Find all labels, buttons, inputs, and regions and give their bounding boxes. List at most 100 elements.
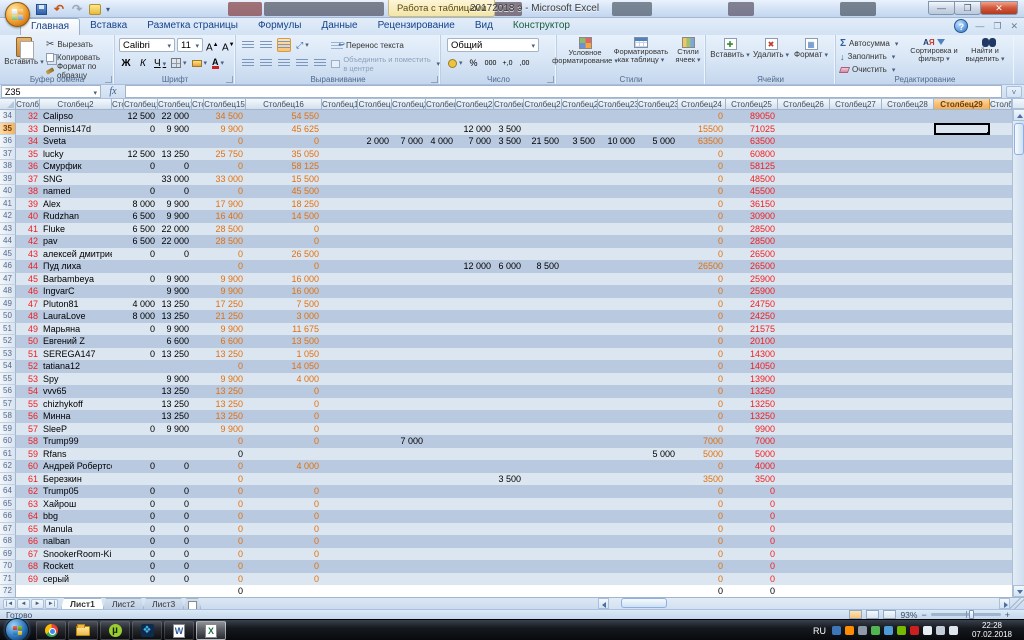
cell-r34-c6[interactable] <box>192 110 204 123</box>
cell-r37-c23[interactable] <box>882 147 934 160</box>
cell-r36-c14[interactable]: 3 500 <box>494 135 524 148</box>
cell-r72-c18[interactable] <box>638 585 678 598</box>
cell-r61-c18[interactable]: 5 000 <box>638 447 678 460</box>
align-bottom-button[interactable] <box>277 38 291 52</box>
cell-r71-c23[interactable] <box>882 572 934 585</box>
cell-r34-c25[interactable] <box>990 110 1012 123</box>
cell-r63-c4[interactable] <box>124 472 158 485</box>
cell-r43-c8[interactable]: 0 <box>246 222 322 235</box>
cell-r49-c6[interactable] <box>192 297 204 310</box>
cell-r54-c5[interactable] <box>158 360 192 373</box>
cell-r44-c16[interactable] <box>562 235 598 248</box>
cell-r70-c17[interactable] <box>598 560 638 573</box>
cell-r50-c7[interactable]: 21 250 <box>204 310 246 323</box>
cell-r47-c6[interactable] <box>192 272 204 285</box>
cell-r69-c2[interactable]: SnookerRoom-Kirill <box>40 547 112 560</box>
cell-r49-c24[interactable] <box>934 297 990 310</box>
formula-input[interactable] <box>125 85 1002 98</box>
cell-r43-c22[interactable] <box>830 222 882 235</box>
cell-r50-c25[interactable] <box>990 310 1012 323</box>
cell-r64-c13[interactable] <box>456 485 494 498</box>
find-select-button[interactable]: Найти и выделить <box>962 38 1008 64</box>
cell-r49-c16[interactable] <box>562 297 598 310</box>
cell-r57-c6[interactable] <box>192 397 204 410</box>
cell-r64-c25[interactable] <box>990 485 1012 498</box>
cell-r51-c3[interactable] <box>112 322 124 335</box>
cell-r35-c7[interactable]: 9 900 <box>204 122 246 135</box>
tab-Главная[interactable]: Главная <box>20 18 81 35</box>
cell-r41-c18[interactable] <box>638 197 678 210</box>
cell-r41-c4[interactable]: 8 000 <box>124 197 158 210</box>
cell-r44-c20[interactable]: 28500 <box>726 235 778 248</box>
cell-r71-c3[interactable] <box>112 572 124 585</box>
cell-r56-c25[interactable] <box>990 385 1012 398</box>
cell-r53-c16[interactable] <box>562 347 598 360</box>
cell-r49-c19[interactable]: 0 <box>678 297 726 310</box>
cell-r65-c11[interactable] <box>392 497 426 510</box>
cell-r66-c20[interactable]: 0 <box>726 510 778 523</box>
cell-r37-c4[interactable]: 12 500 <box>124 147 158 160</box>
font-family-combo[interactable]: Calibri <box>119 38 175 52</box>
cell-r56-c6[interactable] <box>192 385 204 398</box>
blue-app-tray-icon[interactable] <box>884 626 893 635</box>
cell-r40-c24[interactable] <box>934 185 990 198</box>
cell-r61-c6[interactable] <box>192 447 204 460</box>
cell-r64-c10[interactable] <box>358 485 392 498</box>
cell-r37-c24[interactable] <box>934 147 990 160</box>
cell-r66-c13[interactable] <box>456 510 494 523</box>
column-header-24[interactable]: Столбец29 <box>934 99 990 110</box>
sheet-tab-Лист2[interactable]: Лист2 <box>103 598 144 609</box>
cell-r66-c3[interactable] <box>112 510 124 523</box>
cell-r46-c13[interactable]: 12 000 <box>456 260 494 273</box>
cell-r67-c10[interactable] <box>358 522 392 535</box>
cell-r57-c21[interactable] <box>778 397 830 410</box>
cell-r55-c22[interactable] <box>830 372 882 385</box>
cell-r35-c4[interactable]: 0 <box>124 122 158 135</box>
cell-r56-c23[interactable] <box>882 385 934 398</box>
cell-r52-c3[interactable] <box>112 335 124 348</box>
column-header-18[interactable]: Столбец235 <box>638 99 678 110</box>
cell-r39-c21[interactable] <box>778 172 830 185</box>
cell-r40-c17[interactable] <box>598 185 638 198</box>
cell-r66-c10[interactable] <box>358 510 392 523</box>
cell-r51-c1[interactable]: 49 <box>16 322 40 335</box>
cell-r54-c7[interactable]: 0 <box>204 360 246 373</box>
cell-r71-c17[interactable] <box>598 572 638 585</box>
cell-r64-c14[interactable] <box>494 485 524 498</box>
cell-r46-c17[interactable] <box>598 260 638 273</box>
cell-r51-c22[interactable] <box>830 322 882 335</box>
cell-r38-c9[interactable] <box>322 160 358 173</box>
grow-font-button[interactable]: А▲ <box>205 38 219 53</box>
column-header-2[interactable]: Столбец2 <box>40 99 112 110</box>
number-dialog-launcher[interactable] <box>547 76 554 83</box>
cell-r56-c14[interactable] <box>494 385 524 398</box>
cell-r59-c16[interactable] <box>562 422 598 435</box>
cell-r68-c22[interactable] <box>830 535 882 548</box>
cell-r41-c23[interactable] <box>882 197 934 210</box>
cell-r49-c3[interactable] <box>112 297 124 310</box>
cell-r72-c25[interactable] <box>990 585 1012 598</box>
taskbar-app-chrome[interactable] <box>36 621 66 640</box>
cell-r71-c8[interactable]: 0 <box>246 572 322 585</box>
cell-r41-c1[interactable]: 39 <box>16 197 40 210</box>
cell-r40-c20[interactable]: 45500 <box>726 185 778 198</box>
cell-r39-c6[interactable] <box>192 172 204 185</box>
cell-r50-c11[interactable] <box>392 310 426 323</box>
row-header-53[interactable]: 53 <box>0 347 16 360</box>
row-header-62[interactable]: 62 <box>0 460 16 473</box>
cell-r45-c23[interactable] <box>882 247 934 260</box>
cell-r71-c13[interactable] <box>456 572 494 585</box>
cell-r57-c2[interactable]: chizhykoff <box>40 397 112 410</box>
cell-r58-c8[interactable]: 0 <box>246 410 322 423</box>
cell-r60-c23[interactable] <box>882 435 934 448</box>
action-center-flag-icon[interactable] <box>923 626 932 635</box>
cell-r72-c16[interactable] <box>562 585 598 598</box>
cell-r67-c4[interactable]: 0 <box>124 522 158 535</box>
cell-r43-c13[interactable] <box>456 222 494 235</box>
cell-r49-c20[interactable]: 24750 <box>726 297 778 310</box>
cell-r34-c14[interactable] <box>494 110 524 123</box>
cell-r52-c18[interactable] <box>638 335 678 348</box>
cell-r61-c19[interactable]: 5000 <box>678 447 726 460</box>
cell-r34-c11[interactable] <box>392 110 426 123</box>
row-header-45[interactable]: 45 <box>0 247 16 260</box>
